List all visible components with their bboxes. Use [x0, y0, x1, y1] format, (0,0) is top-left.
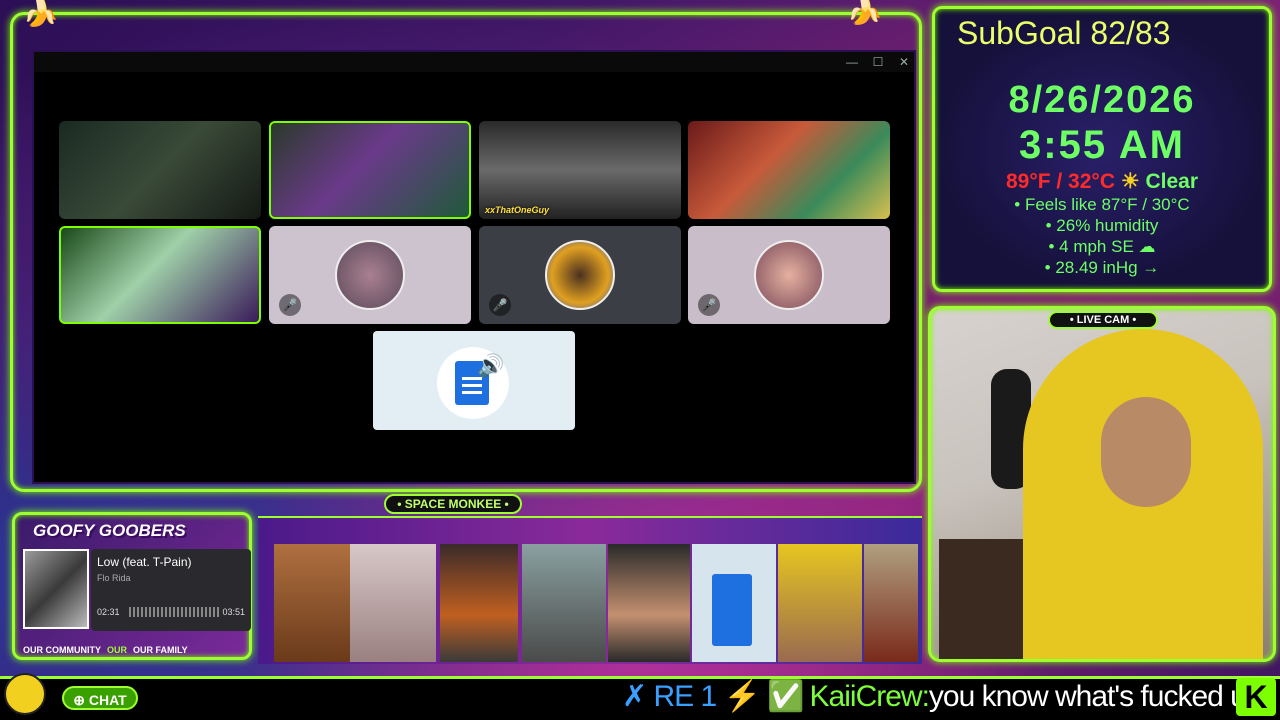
document-audio-icon: 🔊: [437, 347, 509, 419]
pressure: • 28.49 inHg →: [1044, 258, 1160, 277]
maximize-icon[interactable]: ☐: [870, 54, 886, 70]
chat-button[interactable]: ⊕ CHAT: [62, 686, 138, 710]
participant-tile-6[interactable]: 🎤: [269, 226, 471, 324]
mic-off-icon: 🎤: [279, 294, 301, 316]
chat-message-line: ✗ RE 1 ⚡ ✅ KaiiCrew:you know what's fucke…: [622, 679, 1263, 714]
space-monkee-badge: • SPACE MONKEE •: [384, 494, 522, 514]
time-total: 03:51: [222, 607, 245, 617]
shelf: [939, 539, 1029, 659]
participant-tile-3[interactable]: xxThatOneGuy: [479, 121, 681, 219]
viewer-avatar: [864, 544, 918, 662]
temperature-value: 89°F / 32°C: [1005, 170, 1115, 193]
streamer-face: [1101, 397, 1191, 507]
avatar: [545, 240, 615, 310]
sub-goal: SubGoal 82/83: [957, 15, 1171, 51]
participant-tile-7[interactable]: 🎤: [479, 226, 681, 324]
live-cam-frame: [928, 306, 1276, 662]
mic-off-icon: 🎤: [489, 294, 511, 316]
close-icon[interactable]: ✕: [896, 54, 912, 70]
participant-tile-5[interactable]: [59, 226, 261, 324]
community-right: OUR FAMILY: [133, 645, 188, 655]
waveform: [129, 607, 221, 617]
viewer-avatar: [440, 544, 518, 662]
now-playing-widget: GOOFY GOOBERS Low (feat. T-Pain) Flo Rid…: [12, 512, 252, 660]
banana-icon: 🍌: [846, 0, 884, 26]
avatar: [754, 240, 824, 310]
album-art: [23, 549, 89, 629]
weather-condition: Clear: [1145, 170, 1199, 193]
date: 8/26/2026: [1008, 79, 1196, 121]
viewer-avatar: [778, 544, 862, 662]
viewer-avatar: [522, 544, 606, 662]
time-elapsed: 02:31: [97, 607, 120, 617]
participant-tile-8[interactable]: 🎤: [688, 226, 890, 324]
viewer-avatar: [608, 544, 690, 662]
minimize-icon[interactable]: —: [844, 54, 860, 70]
viewer-avatar: [274, 544, 350, 662]
user-badges-icon: ✗ RE 1 ⚡ ✅: [622, 680, 805, 713]
speaker-icon: 🔊: [477, 353, 505, 378]
kick-logo-icon: K: [1236, 678, 1276, 716]
temperature: 89°F / 32°C ☀ Clear: [935, 169, 1269, 194]
song-artist: Flo Rida: [97, 573, 131, 583]
chat-message: you know what's fucked up: [928, 680, 1263, 713]
viewer-avatar: [350, 544, 436, 662]
duck-logo-icon: [4, 673, 46, 715]
song-title: Low (feat. T-Pain): [97, 555, 192, 569]
banana-icon: 🍌: [22, 0, 60, 28]
humidity: • 26% humidity: [1045, 216, 1159, 235]
live-cam-badge: • LIVE CAM •: [1048, 311, 1158, 329]
weather-panel: SubGoal 82/83 8/26/2026 3:55 AM 89°F / 3…: [932, 6, 1272, 292]
community-tagline: OUR COMMUNITY OUR OUR FAMILY: [23, 645, 188, 655]
participant-name: xxThatOneGuy: [485, 205, 550, 215]
mic-off-icon: 🎤: [698, 294, 720, 316]
chat-username: KaiiCrew:: [809, 680, 930, 713]
document-audio-icon: [692, 544, 776, 662]
goofy-goobers-banner: GOOFY GOOBERS: [33, 521, 186, 540]
community-left: OUR COMMUNITY: [23, 645, 101, 655]
time: 3:55 AM: [1019, 123, 1185, 167]
avatar: [335, 240, 405, 310]
participant-tile-1[interactable]: [59, 121, 261, 219]
community-mid: OUR: [107, 645, 127, 655]
audio-share-tile[interactable]: 🔊: [373, 331, 575, 430]
window-titlebar: — ☐ ✕: [34, 52, 914, 72]
feels-like: • Feels like 87°F / 30°C: [1014, 195, 1190, 214]
participant-tile-4[interactable]: [688, 121, 890, 219]
participant-tile-2[interactable]: [269, 121, 471, 219]
music-card: Low (feat. T-Pain) Flo Rida 02:31 03:51: [91, 549, 251, 631]
wind: • 4 mph SE ☁: [1048, 237, 1156, 256]
sun-icon: ☀: [1120, 170, 1140, 193]
